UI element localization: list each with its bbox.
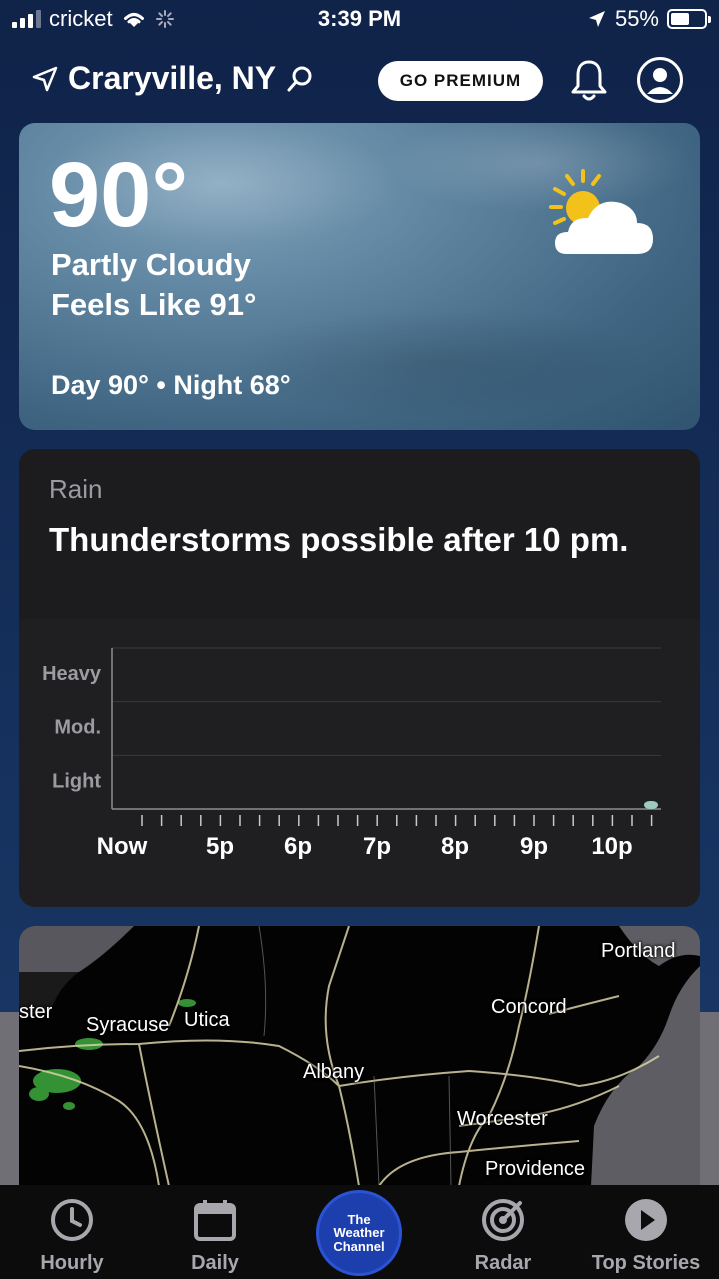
map-label-syracuse: Syracuse xyxy=(86,1014,170,1036)
clock-icon xyxy=(51,1199,93,1241)
nav-daily-label: Daily xyxy=(191,1252,239,1274)
map-edge-left xyxy=(0,1012,19,1187)
feels-like: Feels Like 91° xyxy=(51,287,257,322)
map-label-worcester: Worcester xyxy=(457,1108,548,1130)
precip-bar xyxy=(644,801,658,809)
rain-forecast-card[interactable]: Rain Thunderstorms possible after 10 pm.… xyxy=(19,449,700,907)
location-arrow-icon xyxy=(32,66,58,91)
location-arrow-icon xyxy=(588,11,605,27)
chart-x-label: 10p xyxy=(591,833,632,860)
status-bar: cricket 3:39 PM 55% xyxy=(0,0,719,44)
current-temperature: 90° xyxy=(49,144,189,246)
map-label-portland: Portland xyxy=(601,940,676,962)
battery-icon xyxy=(667,9,711,29)
play-icon xyxy=(625,1199,667,1241)
logo-line-3: Channel xyxy=(333,1238,385,1254)
radar-icon xyxy=(482,1199,524,1241)
chart-x-label: Now xyxy=(97,833,148,860)
chart-x-label: 9p xyxy=(520,833,548,860)
profile-icon[interactable] xyxy=(636,56,684,104)
nav-top-stories-label: Top Stories xyxy=(591,1252,701,1274)
map-graphic xyxy=(19,926,700,1186)
nav-hourly[interactable]: Hourly xyxy=(2,1197,142,1275)
map-label-albany: Albany xyxy=(303,1061,365,1083)
logo-line-2: Weather xyxy=(333,1225,385,1241)
location-selector[interactable]: Craryville, NY xyxy=(32,60,314,97)
map-label-utica: Utica xyxy=(184,1009,230,1031)
location-name: Craryville, NY xyxy=(68,60,277,96)
nav-daily[interactable]: Daily xyxy=(145,1197,285,1275)
go-premium-button[interactable]: GO PREMIUM xyxy=(378,61,543,101)
search-icon[interactable] xyxy=(286,65,314,93)
day-night-temps: Day 90° • Night 68° xyxy=(51,370,291,400)
map-label-rochester: ster xyxy=(19,1001,53,1023)
bottom-navigation: Hourly Daily The Weather Channel Radar T… xyxy=(0,1185,719,1279)
chart-y-label: Mod. xyxy=(54,717,101,739)
nav-radar[interactable]: Radar xyxy=(433,1197,573,1275)
app-header: Craryville, NY GO PREMIUM xyxy=(0,50,719,112)
notifications-bell-icon[interactable] xyxy=(570,58,608,104)
radar-map[interactable]: Portland ster Syracuse Utica Concord Alb… xyxy=(19,926,700,1186)
nav-top-stories[interactable]: Top Stories xyxy=(576,1197,716,1275)
chart-x-label: 8p xyxy=(441,833,469,860)
chart-y-label: Light xyxy=(52,770,101,792)
map-label-concord: Concord xyxy=(491,996,567,1018)
rain-intensity-chart: Heavy Mod. Light Now 5p 6p 7p 8p 9p 10p xyxy=(42,647,661,860)
chart-y-label: Heavy xyxy=(42,663,102,685)
chart-x-label: 7p xyxy=(363,833,391,860)
partly-cloudy-icon xyxy=(549,169,653,254)
current-conditions-card[interactable]: 90° Partly Cloudy Feels Like 91° Day 90°… xyxy=(19,123,700,430)
battery-percent: 55% xyxy=(614,6,659,31)
current-condition: Partly Cloudy xyxy=(51,247,251,282)
nav-hourly-label: Hourly xyxy=(40,1252,104,1274)
chart-x-label: 6p xyxy=(284,833,312,860)
logo-line-1: The xyxy=(347,1211,371,1227)
nav-radar-label: Radar xyxy=(474,1252,532,1274)
calendar-icon xyxy=(194,1200,236,1241)
weather-channel-logo-button[interactable]: The Weather Channel xyxy=(316,1190,402,1276)
map-label-providence: Providence xyxy=(485,1158,586,1180)
status-right: 55% xyxy=(587,6,711,32)
map-edge-right xyxy=(700,1012,719,1187)
chart-x-label: 5p xyxy=(206,833,234,860)
